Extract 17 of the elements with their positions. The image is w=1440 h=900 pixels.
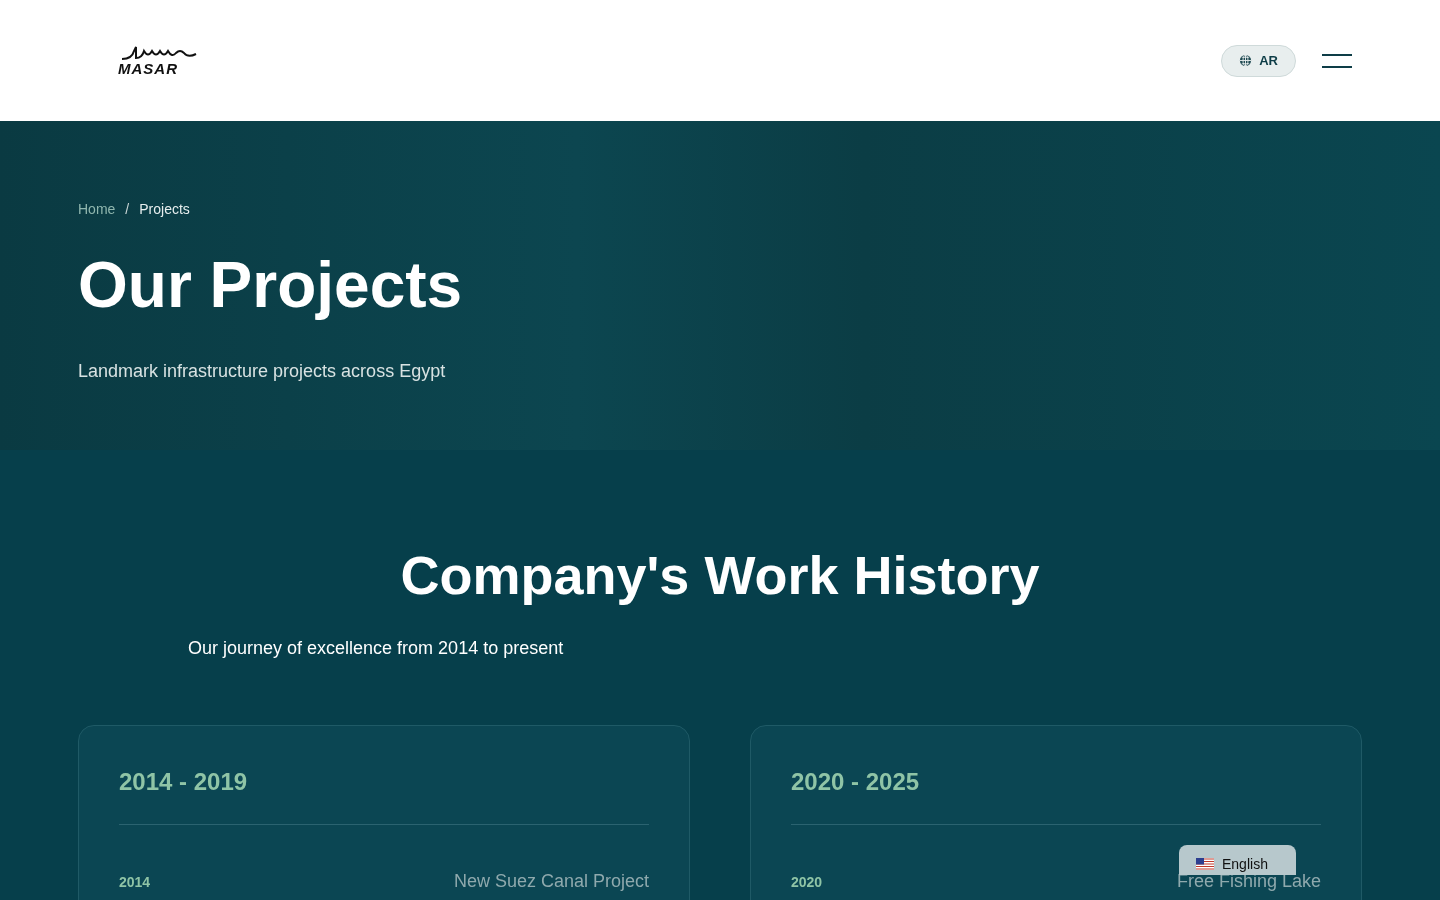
period-range: 2014 - 2019: [119, 768, 649, 825]
flag-icon: [1196, 858, 1214, 870]
breadcrumb-separator: /: [125, 201, 130, 217]
logo[interactable]: MASAR: [118, 45, 198, 76]
language-button[interactable]: AR: [1221, 44, 1296, 77]
page-subtitle: Landmark infrastructure projects across Egypt: [78, 361, 447, 382]
breadcrumb-link[interactable]: Home: [78, 201, 116, 217]
language-widget[interactable]: English: [1179, 845, 1296, 875]
globe-icon: [1239, 54, 1253, 67]
language-label: English: [1222, 856, 1268, 872]
entry-year: 2020: [791, 874, 823, 890]
period-range: 2020 - 2025: [791, 768, 1321, 825]
entry-year: 2014: [119, 874, 151, 890]
breadcrumb-link[interactable]: Projects: [139, 201, 190, 217]
entry-project: New Suez Canal Project: [453, 871, 649, 892]
section-subtitle: Our journey of excellence from 2014 to present: [188, 638, 565, 659]
logo-text: MASAR: [118, 61, 178, 76]
